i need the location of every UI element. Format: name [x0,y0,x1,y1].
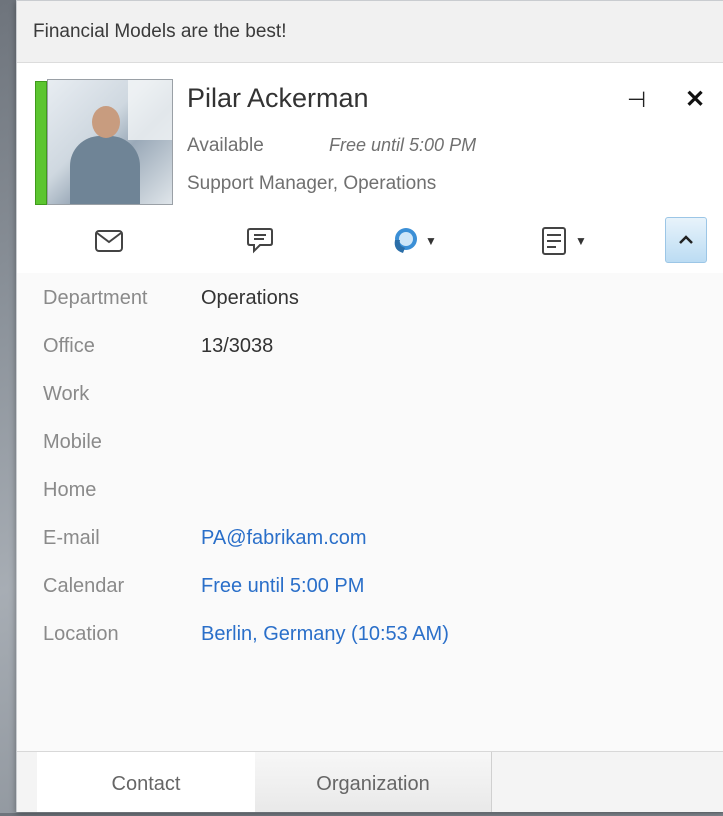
presence-status-detail: Free until 5:00 PM [329,135,477,155]
action-toolbar: ▼ ▼ [17,213,723,269]
send-im-button[interactable] [247,221,273,261]
presence-indicator [35,81,47,205]
call-button[interactable]: ▼ [389,221,437,261]
contact-title: Support Manager, Operations [187,173,437,194]
collapse-card-button[interactable] [665,217,707,263]
contact-name: Pilar Ackerman [187,83,369,113]
schedule-icon [542,227,566,255]
close-icon[interactable]: ✕ [685,85,705,114]
detail-row-office: Office 13/3038 [17,335,723,365]
chevron-up-icon [679,235,693,244]
detail-row-department: Department Operations [17,287,723,317]
pin-icon[interactable]: ⊣ [627,87,646,113]
detail-label: Department [43,287,148,309]
detail-row-work: Work [17,383,723,413]
detail-label: Calendar [43,575,125,597]
contact-card: Financial Models are the best! Pilar Ack… [16,0,723,812]
calendar-link[interactable]: Free until 5:00 PM [201,575,364,598]
schedule-dropdown-icon[interactable]: ▼ [575,234,587,248]
email-icon [95,230,123,252]
detail-value: Operations [201,287,299,309]
detail-label: Office [43,335,95,357]
contact-header: Pilar Ackerman Available Free until 5:00… [17,63,723,273]
call-dropdown-icon[interactable]: ▼ [425,234,437,248]
contact-photo[interactable] [47,79,173,205]
detail-row-calendar: Calendar Free until 5:00 PM [17,575,723,605]
email-link[interactable]: PA@fabrikam.com [201,527,367,550]
send-email-button[interactable] [95,221,123,261]
detail-value: 13/3038 [201,335,274,357]
location-link[interactable]: Berlin, Germany (10:53 AM) [201,623,449,646]
detail-row-home: Home [17,479,723,509]
card-tabs: Contact Organization [17,751,723,812]
schedule-meeting-button[interactable]: ▼ [541,221,587,261]
detail-row-mobile: Mobile [17,431,723,461]
im-icon [247,228,273,254]
tab-contact[interactable]: Contact [37,752,256,812]
detail-label: Home [43,479,97,501]
detail-row-location: Location Berlin, Germany (10:53 AM) [17,623,723,653]
detail-row-email: E-mail PA@fabrikam.com [17,527,723,557]
call-icon [394,228,417,253]
personal-note: Financial Models are the best! [17,1,723,63]
photo-person-body [70,136,140,204]
photo-background [128,80,172,140]
presence-status: Available [187,135,264,156]
detail-label: Location [43,623,119,645]
detail-label: Mobile [43,431,102,453]
detail-label: Work [43,383,90,405]
tab-organization[interactable]: Organization [255,752,492,812]
detail-label: E-mail [43,527,100,549]
photo-person-head [92,106,120,138]
